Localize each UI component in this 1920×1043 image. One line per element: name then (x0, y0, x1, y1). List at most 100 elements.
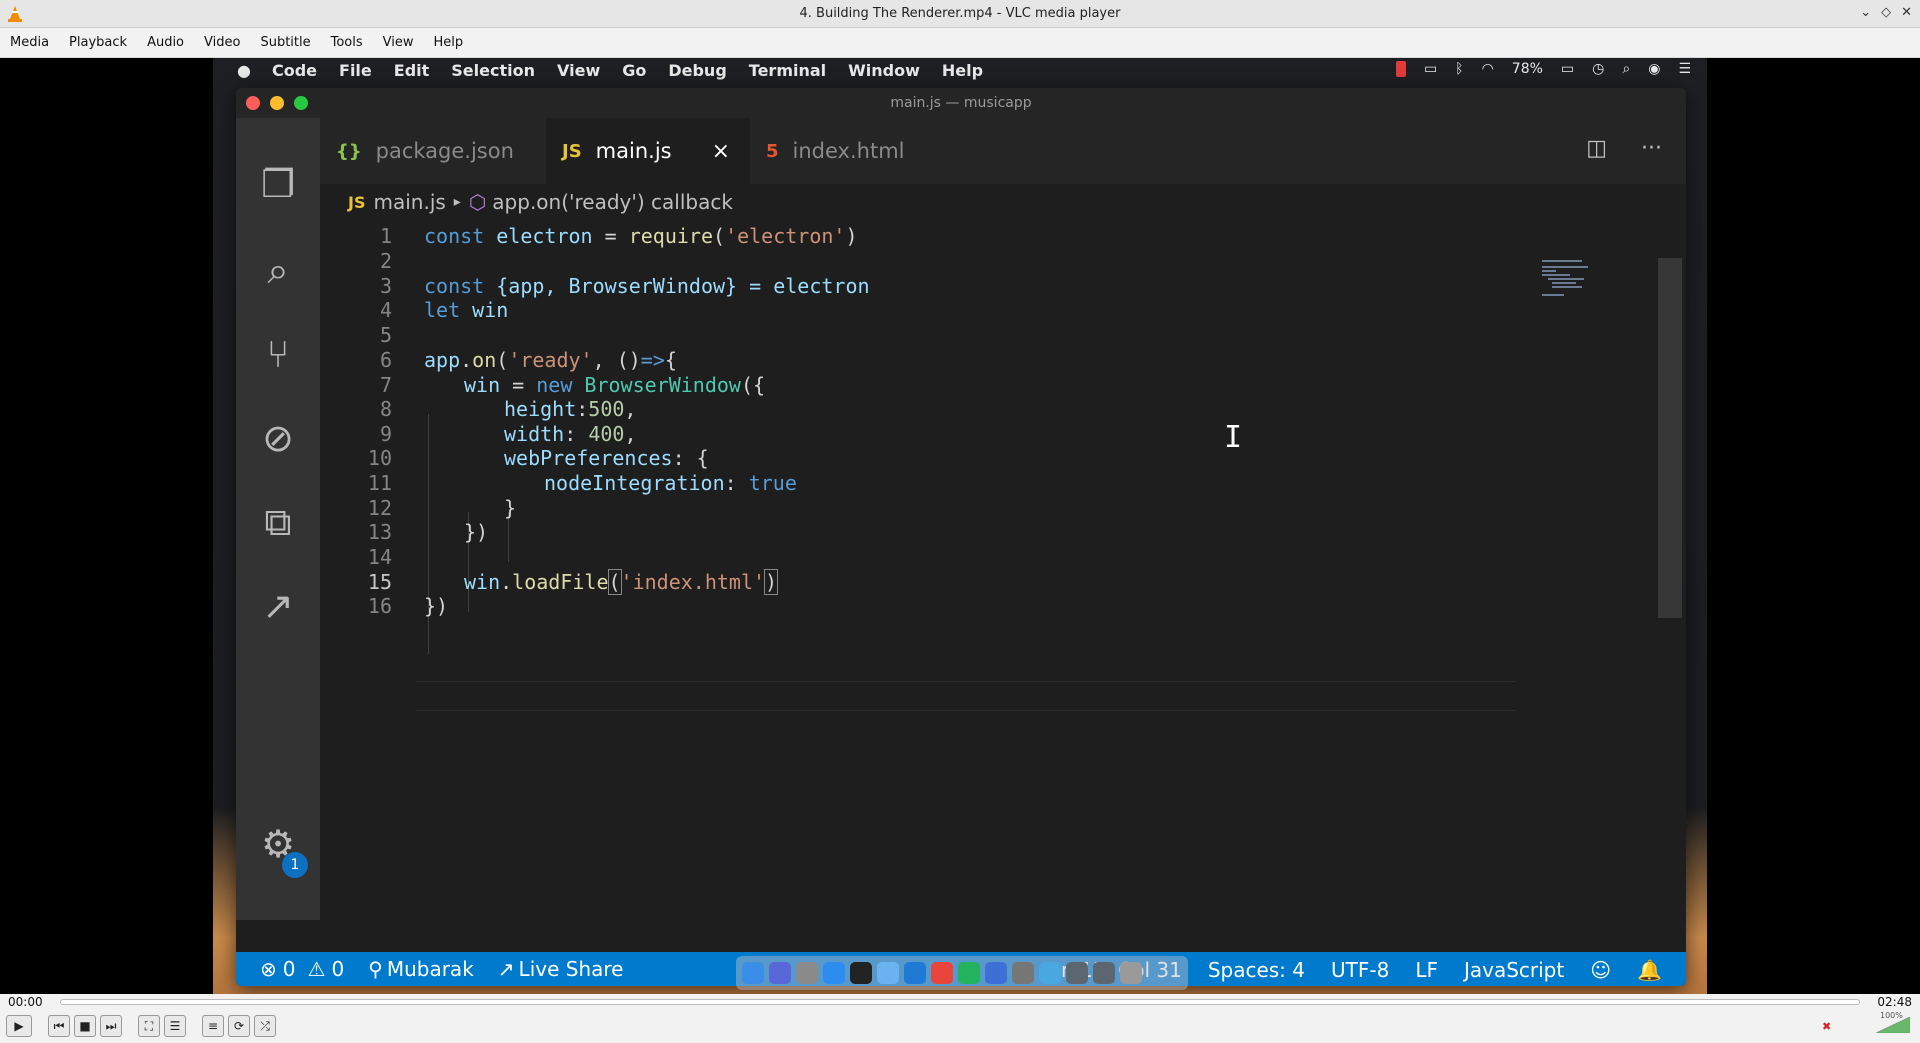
encoding: UTF-8 (1331, 958, 1390, 982)
vlc-titlebar: 4. Building The Renderer.mp4 - VLC media… (0, 0, 1920, 28)
token: ( (496, 348, 509, 372)
token: webPreferences (504, 446, 673, 470)
code-line: const electron = require('electron') (424, 224, 858, 248)
video-area[interactable]: ● Code File Edit Selection View Go Debug… (0, 58, 1920, 994)
menu-media[interactable]: Media (0, 35, 59, 50)
vscode-window-title: main.js — musicapp (890, 95, 1032, 111)
token: const (424, 274, 485, 298)
token: { (664, 348, 677, 372)
previous-button[interactable]: ⏮ (48, 1015, 70, 1037)
line-number: 16 (367, 594, 392, 618)
symbol-method-icon: ⬡ (468, 190, 487, 214)
maximize-icon[interactable]: ◇ (1881, 5, 1891, 20)
mac-menu-debug: Debug (668, 60, 727, 80)
next-button[interactable]: ⏭ (100, 1015, 122, 1037)
line-number: 13 (367, 520, 392, 544)
menu-video[interactable]: Video (194, 35, 250, 50)
token: = (592, 224, 629, 248)
line-number: 5 (379, 323, 392, 347)
token: win (464, 570, 501, 594)
line-number: 8 (379, 397, 392, 421)
warning-icon: ⚠ (307, 957, 326, 981)
vlc-window: 4. Building The Renderer.mp4 - VLC media… (0, 0, 1920, 1043)
source-control-icon: ⑂ (266, 332, 290, 376)
line-number: 7 (379, 373, 392, 397)
line-number: 6 (379, 348, 392, 372)
close-icon[interactable]: ✕ (1901, 5, 1912, 20)
tab-label: package.json (375, 139, 514, 163)
menu-view[interactable]: View (373, 35, 424, 50)
menu-audio[interactable]: Audio (137, 35, 194, 50)
extensions-icon: ⧉ (264, 499, 292, 544)
text-cursor-icon: I (1224, 420, 1243, 455)
seek-slider[interactable] (60, 999, 1860, 1005)
zoom-window-icon (294, 96, 308, 110)
menu-playback[interactable]: Playback (59, 35, 137, 50)
loop-button[interactable]: ⟳ (228, 1015, 250, 1037)
extended-settings-button[interactable]: ☰ (164, 1015, 186, 1037)
minimap (1542, 260, 1588, 296)
terminal-icon (850, 962, 872, 984)
menu-tools[interactable]: Tools (321, 35, 373, 50)
playlist-button[interactable]: ≡ (202, 1015, 224, 1037)
status-branch: Mubarak (386, 957, 474, 981)
mac-status-icons: ▭ ᛒ ◠ 78% ▭ ◷ ⌕ ◉ ☰ (1395, 61, 1691, 77)
battery-icon: ▭ (1560, 61, 1575, 77)
token: ) (764, 569, 779, 595)
menu-subtitle[interactable]: Subtitle (250, 35, 320, 50)
mac-app-name: Code (271, 60, 318, 80)
minimize-icon[interactable]: ⌄ (1860, 5, 1871, 20)
current-line-highlight (416, 681, 1516, 711)
shuffle-button[interactable]: ⤮ (254, 1015, 276, 1037)
code-line: app.on('ready', ()=>{ (424, 348, 677, 372)
token: => (640, 348, 665, 372)
app-icon (1039, 962, 1061, 984)
time-total: 02:48 (1877, 995, 1912, 1009)
live-share-label: Live Share (518, 957, 624, 981)
code-line: } (504, 496, 517, 520)
editor-scrollbar (1658, 258, 1682, 618)
mute-icon[interactable]: ✖ (1822, 1020, 1831, 1033)
search-icon: ⌕ (267, 247, 289, 292)
minimize-window-icon (270, 96, 284, 110)
line-number: 15 (367, 570, 392, 594)
code-line: nodeIntegration: true (544, 471, 797, 495)
close-window-icon (246, 96, 260, 110)
token: win (460, 298, 509, 322)
fullscreen-button[interactable]: ⛶ (138, 1015, 160, 1037)
token: ) (845, 224, 858, 248)
token: 'ready' (508, 348, 593, 372)
token: : (724, 471, 749, 495)
play-button[interactable]: ▶ (6, 1015, 32, 1037)
html-icon: 5 (766, 140, 779, 162)
token: electron (496, 224, 593, 248)
window-controls: ⌄ ◇ ✕ (1860, 5, 1912, 20)
seek-bar: 00:00 02:48 (0, 994, 1920, 1010)
line-number: 1 (379, 224, 392, 248)
line-number: 14 (367, 545, 392, 569)
tab-main-js: JS main.js × (546, 118, 750, 184)
stop-button[interactable]: ■ (74, 1015, 96, 1037)
safari-icon (823, 962, 845, 984)
token: . (500, 570, 513, 594)
siri-dock-icon (769, 962, 791, 984)
mac-menu-view: View (557, 60, 601, 80)
spotlight-icon: ⌕ (1622, 61, 1631, 77)
wifi-icon: ◠ (1481, 61, 1494, 77)
code-line: }) (464, 520, 489, 544)
breadcrumb-file: main.js (373, 190, 446, 214)
error-count: 0 (282, 957, 296, 981)
volume-slider[interactable] (1876, 1017, 1910, 1033)
js-icon: JS (562, 140, 582, 162)
code-line: win.loadFile('index.html') (464, 569, 779, 595)
tab-close-icon: × (711, 138, 731, 164)
battery-level: 78% (1511, 61, 1543, 77)
app-icon (985, 962, 1007, 984)
tab-label: index.html (792, 139, 905, 163)
tab-package-json: {} package.json (320, 118, 546, 184)
js-file-icon: JS (348, 192, 366, 212)
mac-menu-window: Window (848, 60, 920, 80)
token: : (576, 397, 589, 421)
menu-help[interactable]: Help (424, 35, 474, 50)
